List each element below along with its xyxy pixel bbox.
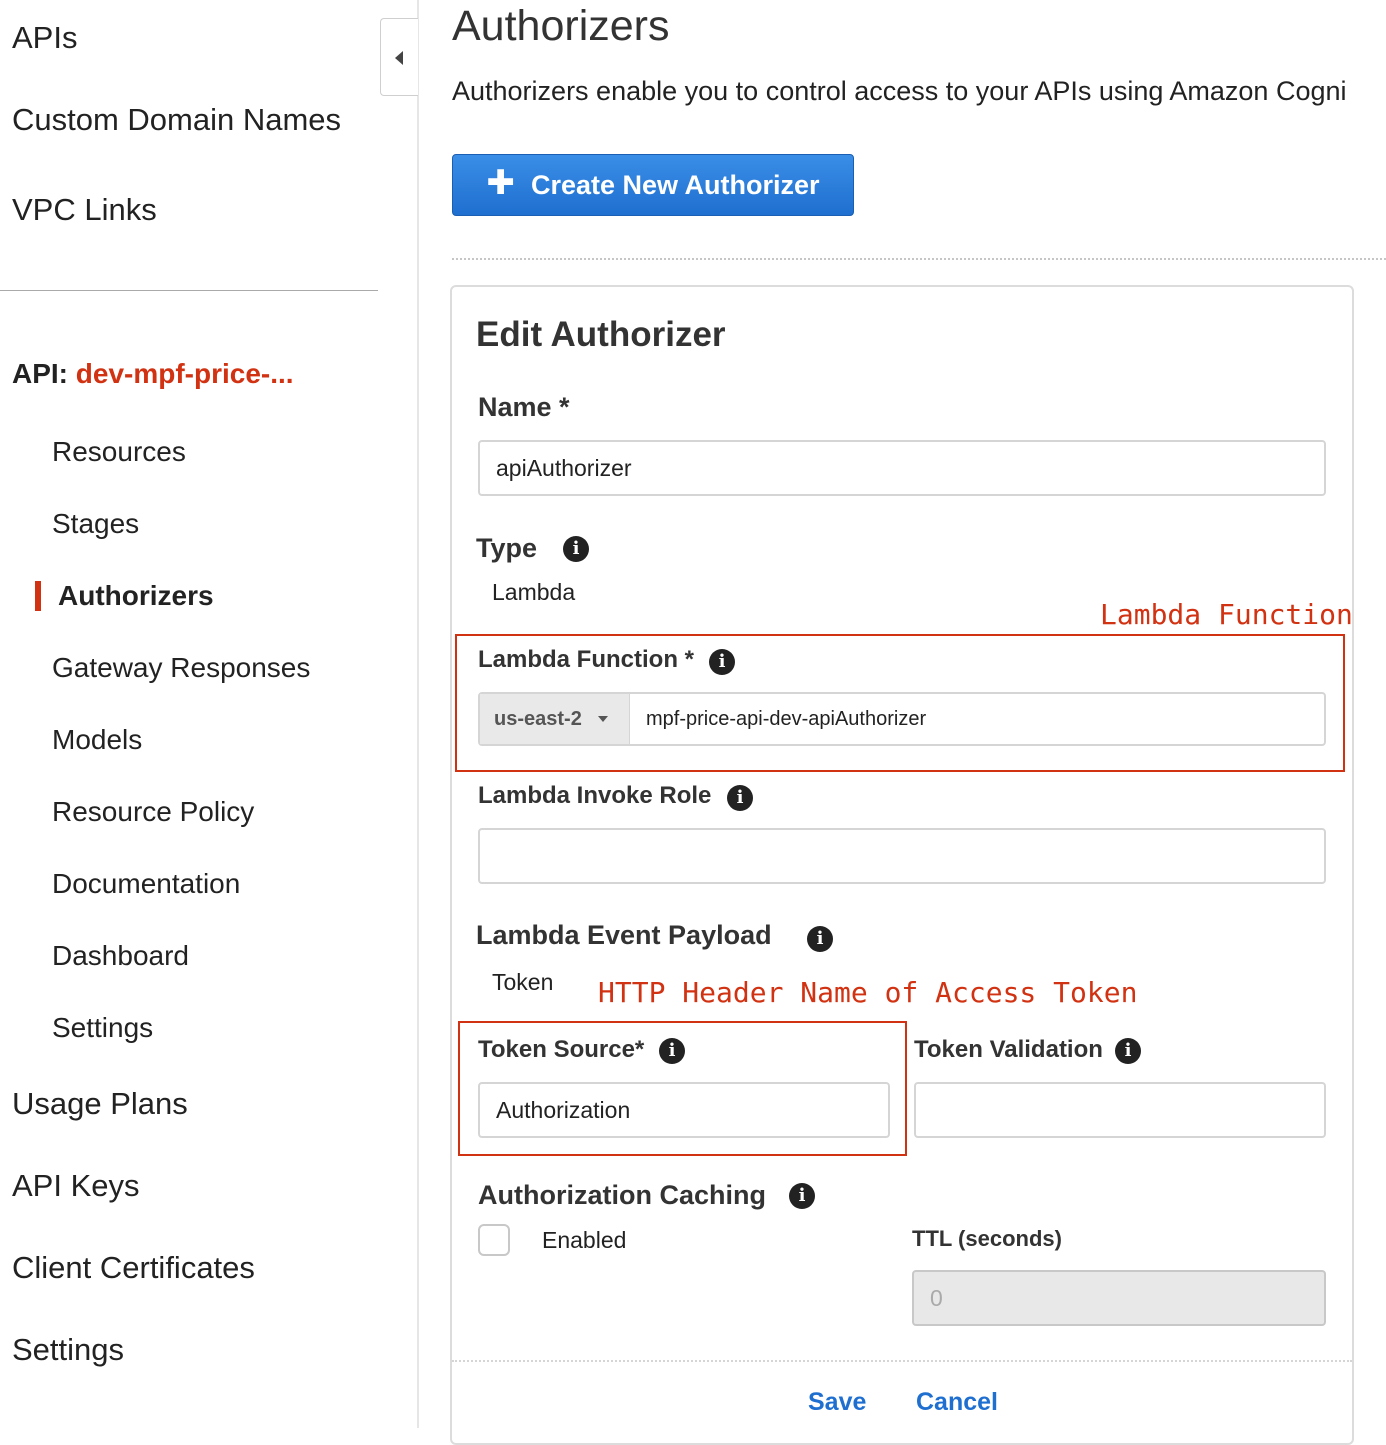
caching-enabled-label: Enabled — [542, 1227, 627, 1253]
token-validation-input[interactable] — [914, 1082, 1326, 1138]
panel-title: Edit Authorizer — [476, 315, 726, 354]
sidebar-item-custom-domain-names[interactable]: Custom Domain Names — [12, 102, 341, 138]
collapse-sidebar-button[interactable] — [380, 18, 418, 96]
sidebar-border — [417, 0, 419, 1428]
annotation-lambda-function-label: Lambda Function — [1100, 598, 1353, 631]
ttl-input[interactable] — [912, 1270, 1326, 1326]
sidebar-item-client-certificates[interactable]: Client Certificates — [12, 1250, 255, 1286]
sidebar-item-stages[interactable]: Stages — [52, 508, 139, 540]
caching-label: Authorization Caching — [478, 1180, 766, 1210]
sidebar-item-apis[interactable]: APIs — [12, 20, 77, 56]
api-name: dev-mpf-price-... — [75, 358, 294, 389]
name-label: Name * — [478, 392, 570, 422]
create-new-authorizer-button[interactable]: ✚ Create New Authorizer — [452, 154, 854, 216]
chevron-left-icon — [395, 51, 403, 65]
info-icon[interactable]: i — [727, 785, 753, 811]
plus-icon: ✚ — [486, 164, 515, 202]
sidebar-item-documentation[interactable]: Documentation — [52, 868, 240, 900]
sidebar-item-resource-policy[interactable]: Resource Policy — [52, 796, 254, 828]
active-indicator — [35, 581, 41, 611]
annotation-lambda-function-box — [455, 634, 1345, 772]
annotation-token-header-label: HTTP Header Name of Access Token — [598, 976, 1138, 1009]
cancel-button[interactable]: Cancel — [916, 1388, 998, 1417]
type-value: Lambda — [492, 579, 576, 605]
event-payload-label: Lambda Event Payload — [476, 920, 772, 950]
info-icon[interactable]: i — [807, 926, 833, 952]
sidebar-item-usage-plans[interactable]: Usage Plans — [12, 1086, 188, 1122]
sidebar-item-api-keys[interactable]: API Keys — [12, 1168, 140, 1204]
api-context-label[interactable]: API: dev-mpf-price-... — [12, 358, 294, 390]
name-input[interactable] — [478, 440, 1326, 496]
page-title: Authorizers — [452, 2, 670, 50]
sidebar-item-dashboard[interactable]: Dashboard — [52, 940, 189, 972]
ttl-label: TTL (seconds) — [912, 1226, 1062, 1251]
sidebar-divider — [0, 290, 378, 291]
sidebar-item-settings[interactable]: Settings — [12, 1332, 124, 1368]
sidebar-item-gateway-responses[interactable]: Gateway Responses — [52, 652, 310, 684]
info-icon[interactable]: i — [789, 1183, 815, 1209]
api-prefix: API: — [12, 358, 68, 389]
token-validation-label: Token Validation — [914, 1036, 1103, 1063]
page-description: Authorizers enable you to control access… — [452, 76, 1347, 106]
info-icon[interactable]: i — [1115, 1038, 1141, 1064]
section-divider — [452, 258, 1386, 260]
sidebar-item-vpc-links[interactable]: VPC Links — [12, 192, 157, 228]
type-label: Type — [476, 533, 538, 563]
annotation-token-source-box — [458, 1021, 907, 1156]
invoke-role-input[interactable] — [478, 828, 1326, 884]
create-button-label: Create New Authorizer — [530, 169, 820, 200]
event-payload-value: Token — [492, 969, 554, 995]
panel-footer-divider — [452, 1360, 1352, 1362]
sidebar-item-api-settings[interactable]: Settings — [52, 1012, 153, 1044]
sidebar-item-authorizers[interactable]: Authorizers — [58, 580, 214, 612]
invoke-role-label: Lambda Invoke Role — [478, 782, 712, 809]
save-button[interactable]: Save — [808, 1388, 866, 1417]
caching-enabled-checkbox[interactable] — [478, 1224, 510, 1256]
sidebar-item-resources[interactable]: Resources — [52, 436, 186, 468]
sidebar-item-models[interactable]: Models — [52, 724, 142, 756]
info-icon[interactable]: i — [563, 536, 589, 562]
